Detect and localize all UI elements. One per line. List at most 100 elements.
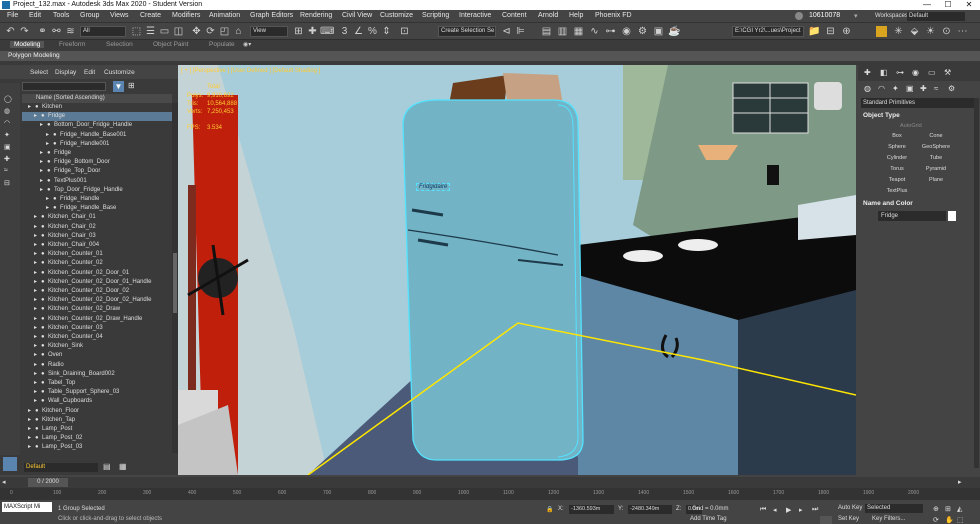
align-icon[interactable]: ⊫ (514, 25, 527, 38)
go-to-start-icon[interactable]: ⏮ (760, 506, 766, 514)
maximize-viewport-icon[interactable]: ⬚ (957, 516, 964, 524)
explorer-item[interactable]: ▸ ● Wall_Cupboards (22, 397, 172, 406)
shapes-icon[interactable]: ◠ (878, 84, 885, 93)
schematic-view-icon[interactable]: ⊶ (604, 25, 617, 38)
visibility-eye-icon[interactable]: ● (47, 186, 54, 195)
explorer-item[interactable]: ▸ ● Kitchen_Chair_01 (22, 213, 172, 222)
percent-snap-icon[interactable]: % (366, 25, 379, 38)
display-groups-icon[interactable]: ⊟ (4, 179, 10, 187)
display-geometry-icon[interactable]: ◍ (4, 107, 10, 115)
visibility-eye-icon[interactable]: ● (41, 324, 48, 333)
ribbon-tab-object-paint[interactable]: Object Paint (153, 41, 188, 48)
select-scale-icon[interactable]: ◰ (218, 25, 231, 38)
maxscript-listener[interactable]: MAXScript Mi (2, 502, 52, 512)
explorer-item[interactable]: ▸ ● Fridge_Bottom_Door (22, 158, 172, 167)
arnold-settings-icon[interactable]: ⋯ (956, 25, 969, 38)
project-settings-icon[interactable]: ⊟ (824, 25, 837, 38)
explorer-item[interactable]: ▸ ● Kitchen (22, 103, 172, 112)
expand-arrow-icon[interactable]: ▸ (34, 315, 41, 324)
expand-arrow-icon[interactable]: ▸ (28, 434, 35, 443)
menu-tools[interactable]: Tools (53, 12, 69, 19)
explorer-item[interactable]: ▸ ● Kitchen_Counter_02_Door_01 (22, 269, 172, 278)
explorer-item[interactable]: ▸ ● Bottom_Door_Fridge_Handle (22, 121, 172, 130)
display-tab-icon[interactable]: ▭ (928, 68, 936, 77)
angle-snap-icon[interactable]: ∠ (352, 25, 365, 38)
visibility-eye-icon[interactable]: ● (35, 425, 42, 434)
explorer-item[interactable]: ▸ ● Kitchen_Counter_03 (22, 324, 172, 333)
explorer-item[interactable]: ▸ ● Sink_Draining_Board002 (22, 370, 172, 379)
minimize-button[interactable]: — (917, 0, 937, 10)
expand-arrow-icon[interactable]: ▸ (34, 361, 41, 370)
bind-space-warp-icon[interactable]: ≋ (64, 25, 77, 38)
expand-arrow-icon[interactable]: ▸ (34, 379, 41, 388)
explorer-item[interactable]: ▸ ● Kitchen_Chair_02 (22, 223, 172, 232)
name-color-title[interactable]: Name and Color (863, 200, 913, 207)
menu-rendering[interactable]: Rendering (300, 12, 332, 19)
visibility-eye-icon[interactable]: ● (41, 223, 48, 232)
visibility-eye-icon[interactable]: ● (35, 434, 42, 443)
x-coordinate-field[interactable]: -1360.593m (569, 505, 614, 514)
select-place-icon[interactable]: ⌂ (232, 25, 245, 38)
expand-arrow-icon[interactable]: ▸ (40, 158, 47, 167)
render-production-icon[interactable]: ☕ (668, 25, 681, 38)
explorer-item[interactable]: ▸ ● Kitchen_Counter_04 (22, 333, 172, 342)
expand-arrow-icon[interactable]: ▸ (34, 232, 41, 241)
visibility-eye-icon[interactable]: ● (41, 370, 48, 379)
teapot-button[interactable]: Teapot (879, 176, 915, 185)
visibility-eye-icon[interactable]: ● (35, 416, 42, 425)
cameras-icon[interactable]: ▣ (906, 84, 914, 93)
explorer-item[interactable]: ▸ ● Lamp_Post (22, 425, 172, 434)
explorer-item[interactable]: ▸ ● Fridge_Handle001 (22, 140, 172, 149)
unlink-icon[interactable]: ⚯ (50, 25, 63, 38)
time-slider-track[interactable]: ◂ 0 / 2000 ▸ (0, 477, 980, 488)
display-lights-icon[interactable]: ✦ (4, 131, 10, 139)
explorer-item[interactable]: ▸ ● Kitchen_Counter_02_Door_01_Handle (22, 278, 172, 287)
geometry-icon[interactable]: ◍ (864, 84, 871, 93)
explorer-item[interactable]: ▸ ● Lamp_Post_03 (22, 443, 172, 452)
close-button[interactable]: ✕ (959, 0, 979, 10)
ribbon-options-icon[interactable]: ◉▾ (243, 41, 251, 48)
visibility-eye-icon[interactable]: ● (41, 351, 48, 360)
menu-interactive[interactable]: Interactive (459, 12, 491, 19)
selection-filter-dropdown[interactable]: All (80, 26, 126, 37)
isolate-icon[interactable]: 🔒 (546, 506, 553, 513)
explorer-item[interactable]: ▸ ● Fridge_Handle_Base001 (22, 131, 172, 140)
visibility-eye-icon[interactable]: ● (41, 379, 48, 388)
box-button[interactable]: Box (879, 132, 915, 141)
primitives-dropdown[interactable]: Standard Primitives (861, 98, 977, 108)
expand-arrow-icon[interactable]: ▸ (40, 167, 47, 176)
menu-modifiers[interactable]: Modifiers (172, 12, 200, 19)
viewcube-icon[interactable] (814, 82, 842, 110)
cylinder-button[interactable]: Cylinder (879, 154, 915, 163)
visibility-eye-icon[interactable]: ● (47, 177, 54, 186)
toggle-scene-explorer-icon[interactable]: ▤ (540, 25, 553, 38)
menu-file[interactable]: File (7, 12, 18, 19)
menu-views[interactable]: Views (110, 12, 129, 19)
menu-group[interactable]: Group (80, 12, 99, 19)
render-setup-icon[interactable]: ⚙ (636, 25, 649, 38)
expand-arrow-icon[interactable]: ▸ (46, 204, 53, 213)
visibility-eye-icon[interactable]: ● (41, 269, 48, 278)
visibility-eye-icon[interactable]: ● (41, 342, 48, 351)
pivot-center-icon[interactable]: ⊞ (292, 25, 305, 38)
time-slider-next-icon[interactable]: ▸ (958, 478, 962, 486)
help-icon[interactable]: ▾ (854, 12, 858, 20)
pyramid-button[interactable]: Pyramid (918, 165, 954, 174)
auto-key-button[interactable]: Auto Key (838, 505, 862, 511)
viewport-label[interactable]: [ + ] [Perspective ] [User Defined ] [De… (181, 68, 320, 74)
systems-icon[interactable]: ⚙ (948, 84, 955, 93)
viewport[interactable]: [ + ] [Perspective ] [User Defined ] [De… (178, 65, 856, 475)
expand-arrow-icon[interactable]: ▸ (34, 259, 41, 268)
time-slider-thumb[interactable]: 0 / 2000 (28, 478, 68, 487)
cone-button[interactable]: Cone (918, 132, 954, 141)
autogrid-checkbox[interactable]: AutoGrid (900, 123, 922, 129)
expand-arrow-icon[interactable]: ▸ (28, 416, 35, 425)
menu-create[interactable]: Create (140, 12, 161, 19)
next-frame-icon[interactable]: ▸ (799, 506, 803, 514)
expand-arrow-icon[interactable]: ▸ (34, 269, 41, 278)
expand-arrow-icon[interactable]: ▸ (28, 407, 35, 416)
visibility-eye-icon[interactable]: ● (53, 131, 60, 140)
phoenix-fd-icon[interactable] (876, 26, 887, 37)
visibility-eye-icon[interactable]: ● (41, 250, 48, 259)
explorer-item[interactable]: ▸ ● Top_Door_Fridge_Handle (22, 186, 172, 195)
